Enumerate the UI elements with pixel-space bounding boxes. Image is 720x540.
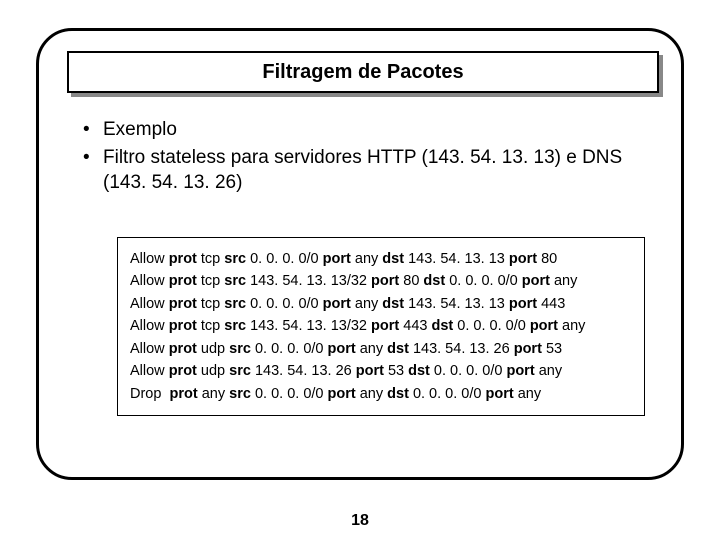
- bullet-list: • Exemplo • Filtro stateless para servid…: [81, 117, 661, 198]
- bullet-text: Exemplo: [103, 117, 661, 143]
- rule-line: Allow prot udp src 143. 54. 13. 26 port …: [130, 360, 632, 382]
- bullet-item: • Exemplo: [81, 117, 661, 143]
- bullet-dot-icon: •: [81, 117, 103, 143]
- rule-line: Allow prot tcp src 143. 54. 13. 13/32 po…: [130, 315, 632, 337]
- bullet-text: Filtro stateless para servidores HTTP (1…: [103, 145, 661, 196]
- rules-box: Allow prot tcp src 0. 0. 0. 0/0 port any…: [117, 237, 645, 416]
- rule-line: Allow prot tcp src 0. 0. 0. 0/0 port any…: [130, 293, 632, 315]
- title-box: Filtragem de Pacotes: [67, 51, 659, 93]
- rule-line: Allow prot tcp src 0. 0. 0. 0/0 port any…: [130, 248, 632, 270]
- bullet-item: • Filtro stateless para servidores HTTP …: [81, 145, 661, 196]
- rule-line: Drop prot any src 0. 0. 0. 0/0 port any …: [130, 383, 632, 405]
- slide-frame: Filtragem de Pacotes • Exemplo • Filtro …: [36, 28, 684, 480]
- rule-line: Allow prot udp src 0. 0. 0. 0/0 port any…: [130, 338, 632, 360]
- rule-line: Allow prot tcp src 143. 54. 13. 13/32 po…: [130, 270, 632, 292]
- page-number: 18: [0, 512, 720, 530]
- slide-title: Filtragem de Pacotes: [67, 51, 659, 93]
- bullet-dot-icon: •: [81, 145, 103, 171]
